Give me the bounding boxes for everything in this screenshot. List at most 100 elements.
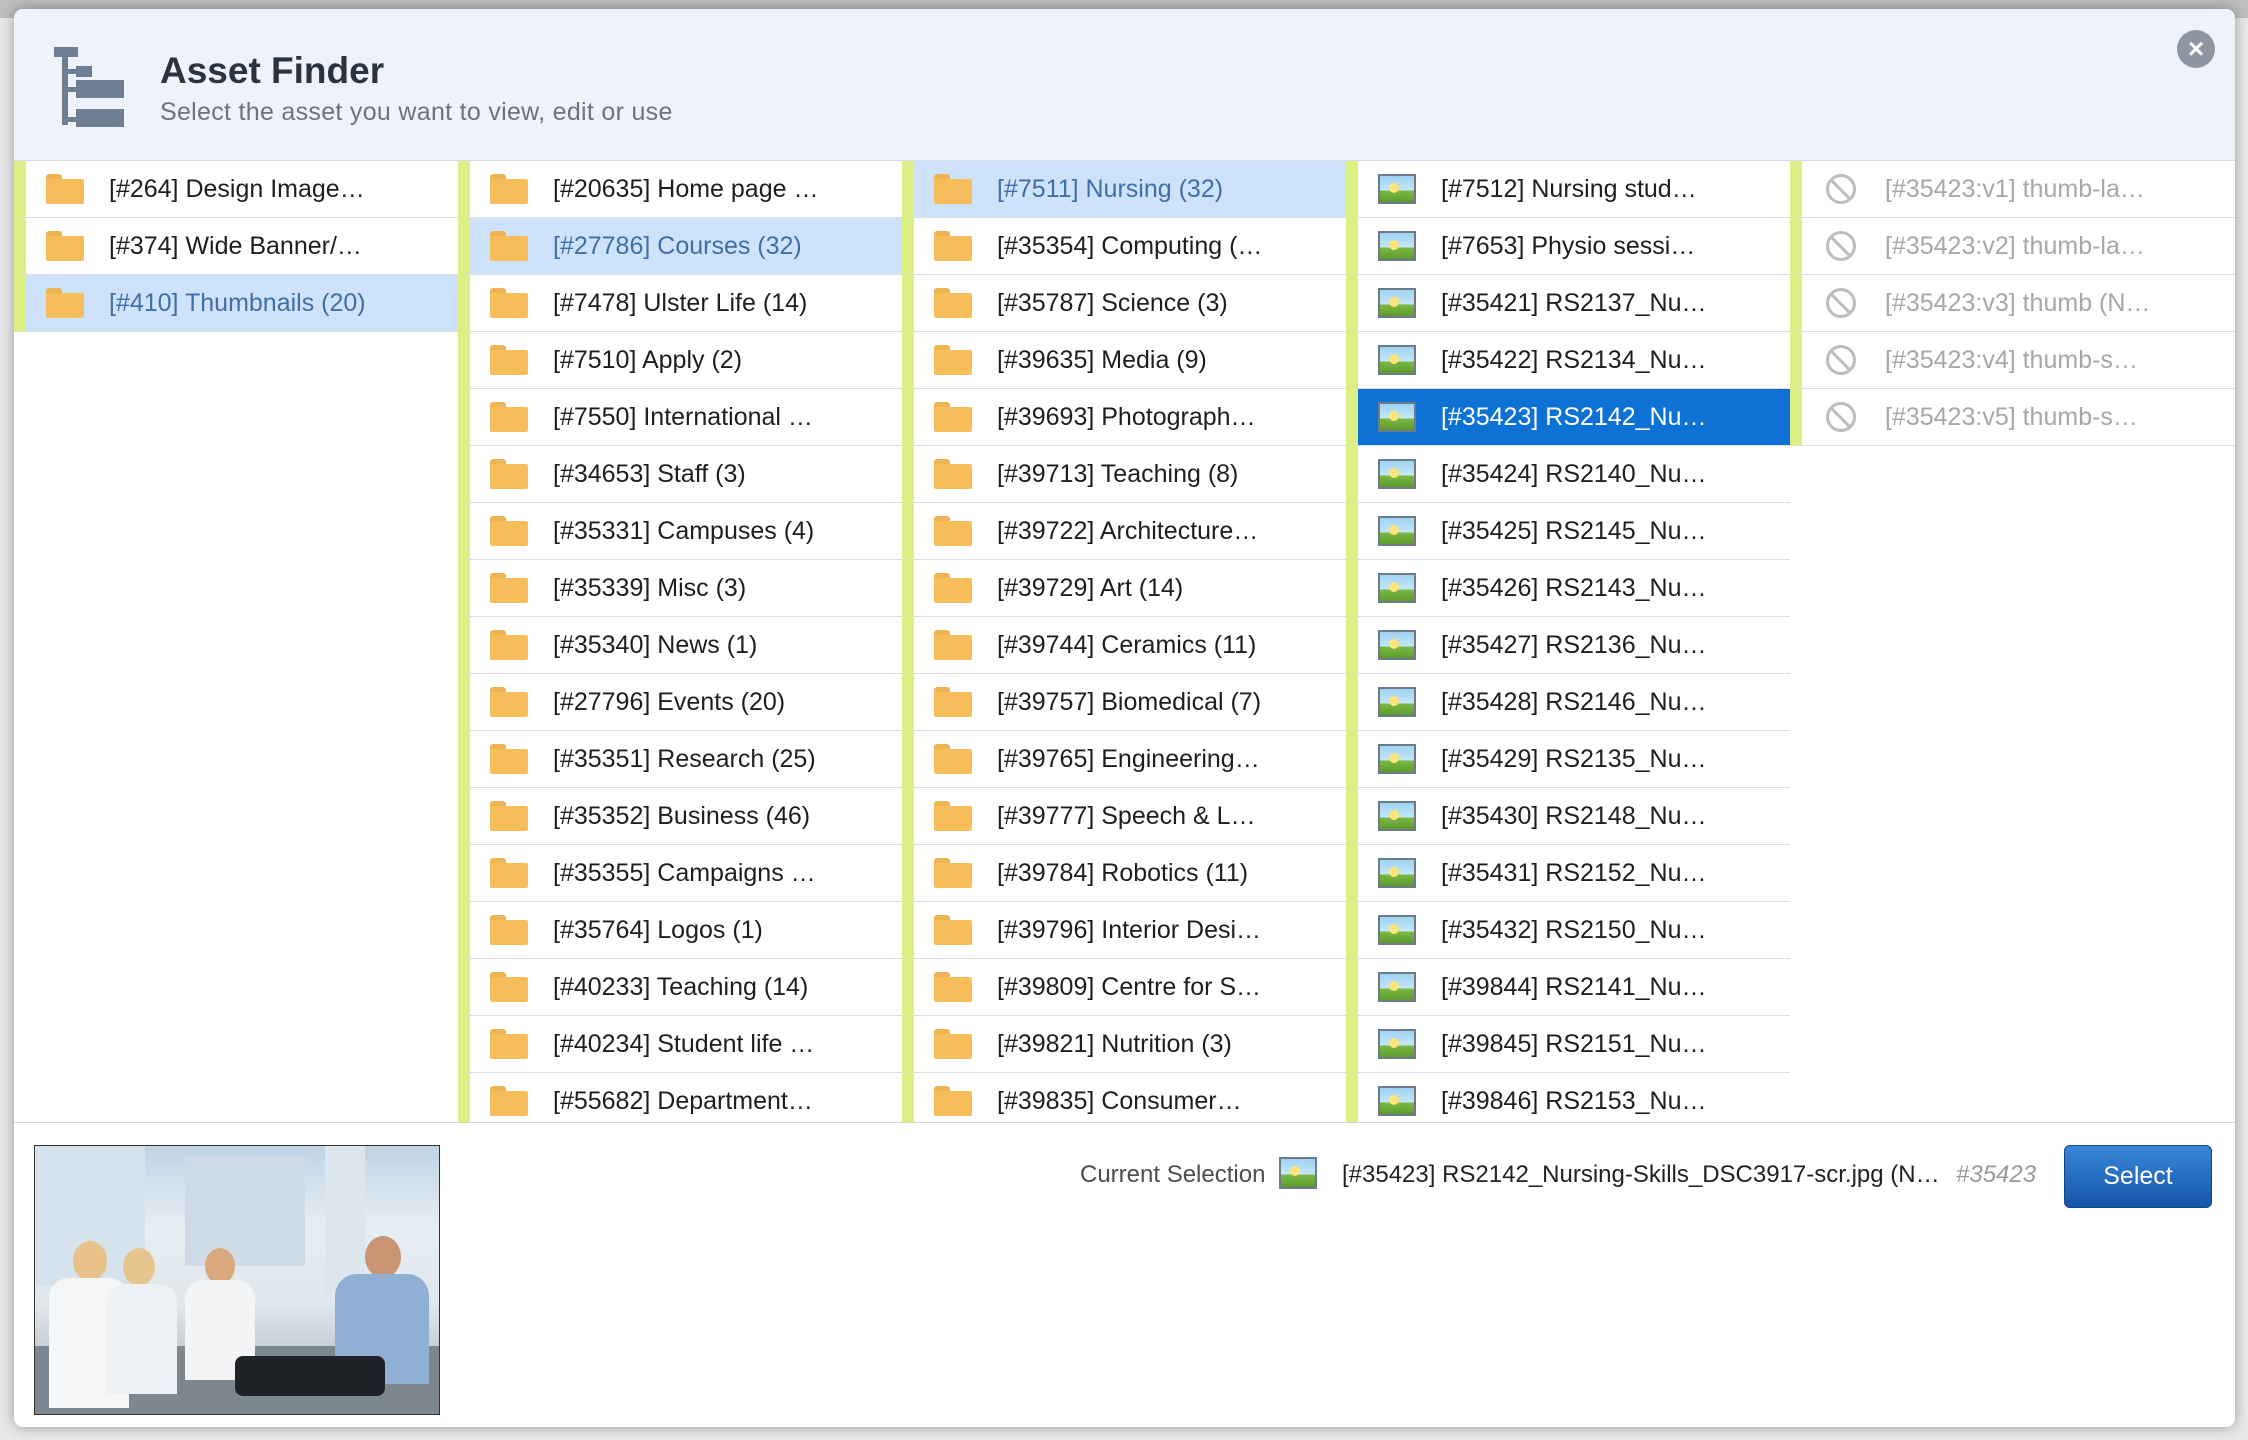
row-label: [#264] Design Image… [109, 174, 365, 203]
folder-icon [46, 231, 84, 261]
row-label: [#35431] RS2152_Nu… [1441, 858, 1707, 887]
folder-icon [490, 744, 528, 774]
folder-icon [934, 801, 972, 831]
asset-version-row[interactable]: [#35423:v4] thumb-s… [1790, 332, 2235, 389]
no-access-icon [1826, 231, 1856, 261]
no-access-icon [1826, 288, 1856, 318]
row-label: [#39796] Interior Desi… [997, 915, 1262, 944]
folder-icon [46, 174, 84, 204]
folder-row[interactable]: [#35340] News (1) [458, 617, 902, 674]
image-icon [1378, 573, 1416, 603]
folder-row[interactable]: [#20635] Home page … [458, 161, 902, 218]
folder-row[interactable]: [#35355] Campaigns … [458, 845, 902, 902]
row-label: [#7478] Ulster Life (14) [553, 288, 808, 317]
close-icon[interactable]: × [2177, 30, 2215, 68]
no-access-icon [1826, 402, 1856, 432]
folder-row[interactable]: [#39765] Engineering… [902, 731, 1346, 788]
row-label: [#39844] RS2141_Nu… [1441, 972, 1707, 1001]
row-label: [#35764] Logos (1) [553, 915, 763, 944]
folder-row[interactable]: [#35339] Misc (3) [458, 560, 902, 617]
folder-row[interactable]: [#27786] Courses (32) [458, 218, 902, 275]
folder-row[interactable]: [#39796] Interior Desi… [902, 902, 1346, 959]
folder-row[interactable]: [#39744] Ceramics (11) [902, 617, 1346, 674]
image-asset-row[interactable]: [#39846] RS2153_Nu… [1346, 1073, 1790, 1122]
image-asset-row[interactable]: [#35431] RS2152_Nu… [1346, 845, 1790, 902]
image-asset-row[interactable]: [#7512] Nursing stud… [1346, 161, 1790, 218]
folder-row[interactable]: [#7550] International … [458, 389, 902, 446]
folder-row[interactable]: [#39722] Architecture… [902, 503, 1346, 560]
asset-version-row[interactable]: [#35423:v2] thumb-la… [1790, 218, 2235, 275]
folder-icon [934, 687, 972, 717]
folder-row[interactable]: [#40233] Teaching (14) [458, 959, 902, 1016]
folder-row[interactable]: [#40234] Student life … [458, 1016, 902, 1073]
row-label: [#34653] Staff (3) [553, 459, 746, 488]
folder-row[interactable]: [#35787] Science (3) [902, 275, 1346, 332]
row-label: [#35427] RS2136_Nu… [1441, 630, 1707, 659]
folder-row[interactable]: [#35331] Campuses (4) [458, 503, 902, 560]
image-asset-row[interactable]: [#35426] RS2143_Nu… [1346, 560, 1790, 617]
asset-version-row[interactable]: [#35423:v3] thumb (N… [1790, 275, 2235, 332]
row-label: [#35355] Campaigns … [553, 858, 816, 887]
row-label: [#39835] Consumer… [997, 1086, 1242, 1115]
row-label: [#35423:v5] thumb-s… [1885, 402, 2138, 431]
folder-row[interactable]: [#35764] Logos (1) [458, 902, 902, 959]
folder-row[interactable]: [#55682] Department… [458, 1073, 902, 1122]
folder-row[interactable]: [#264] Design Image… [14, 161, 458, 218]
image-asset-row[interactable]: [#35430] RS2148_Nu… [1346, 788, 1790, 845]
folder-row[interactable]: [#39757] Biomedical (7) [902, 674, 1346, 731]
folder-row[interactable]: [#39809] Centre for S… [902, 959, 1346, 1016]
folder-row[interactable]: [#7511] Nursing (32) [902, 161, 1346, 218]
finder-column-1[interactable]: [#264] Design Image… [#374] Wide Banner/…… [14, 161, 459, 1122]
image-asset-row[interactable]: [#35427] RS2136_Nu… [1346, 617, 1790, 674]
folder-row[interactable]: [#374] Wide Banner/… [14, 218, 458, 275]
folder-icon [934, 402, 972, 432]
folder-row[interactable]: [#7510] Apply (2) [458, 332, 902, 389]
image-asset-row[interactable]: [#35429] RS2135_Nu… [1346, 731, 1790, 788]
folder-icon [490, 915, 528, 945]
asset-version-row[interactable]: [#35423:v5] thumb-s… [1790, 389, 2235, 446]
folder-row[interactable]: [#7478] Ulster Life (14) [458, 275, 902, 332]
image-asset-row[interactable]: [#7653] Physio sessi… [1346, 218, 1790, 275]
image-icon [1378, 174, 1416, 204]
folder-row[interactable]: [#35352] Business (46) [458, 788, 902, 845]
folder-row[interactable]: [#39729] Art (14) [902, 560, 1346, 617]
folder-row[interactable]: [#27796] Events (20) [458, 674, 902, 731]
image-icon [1378, 972, 1416, 1002]
image-asset-row[interactable]: [#35428] RS2146_Nu… [1346, 674, 1790, 731]
folder-row[interactable]: [#35351] Research (25) [458, 731, 902, 788]
folder-icon [934, 972, 972, 1002]
folder-row[interactable]: [#39821] Nutrition (3) [902, 1016, 1346, 1073]
finder-column-4[interactable]: [#7512] Nursing stud… [#7653] Physio sess… [1346, 161, 1791, 1122]
image-asset-row[interactable]: [#35425] RS2145_Nu… [1346, 503, 1790, 560]
image-asset-row[interactable]: [#39845] RS2151_Nu… [1346, 1016, 1790, 1073]
image-icon [1378, 630, 1416, 660]
row-label: [#7511] Nursing (32) [997, 174, 1224, 203]
finder-column-5[interactable]: [#35423:v1] thumb-la… [#35423:v2] thumb-l… [1790, 161, 2235, 1122]
folder-row[interactable]: [#410] Thumbnails (20) [14, 275, 458, 332]
folder-row[interactable]: [#34653] Staff (3) [458, 446, 902, 503]
image-asset-row[interactable]: [#35424] RS2140_Nu… [1346, 446, 1790, 503]
folder-icon [490, 630, 528, 660]
row-label: [#7512] Nursing stud… [1441, 174, 1697, 203]
folder-icon [490, 288, 528, 318]
asset-version-row[interactable]: [#35423:v1] thumb-la… [1790, 161, 2235, 218]
select-button[interactable]: Select [2064, 1145, 2212, 1208]
folder-row[interactable]: [#39693] Photograph… [902, 389, 1346, 446]
image-asset-row[interactable]: [#35421] RS2137_Nu… [1346, 275, 1790, 332]
folder-row[interactable]: [#39635] Media (9) [902, 332, 1346, 389]
image-asset-row[interactable]: [#35423] RS2142_Nu… [1346, 389, 1790, 446]
image-asset-row[interactable]: [#39844] RS2141_Nu… [1346, 959, 1790, 1016]
current-selection-name: [#35423] RS2142_Nursing-Skills_DSC3917-s… [1342, 1161, 1940, 1188]
folder-row[interactable]: [#39713] Teaching (8) [902, 446, 1346, 503]
finder-column-2[interactable]: [#20635] Home page … [#27786] Courses (32… [458, 161, 903, 1122]
finder-column-3[interactable]: [#7511] Nursing (32) [#35354] Computing (… [902, 161, 1347, 1122]
row-label: [#35351] Research (25) [553, 744, 816, 773]
image-asset-row[interactable]: [#35422] RS2134_Nu… [1346, 332, 1790, 389]
folder-row[interactable]: [#39784] Robotics (11) [902, 845, 1346, 902]
folder-row[interactable]: [#39777] Speech & L… [902, 788, 1346, 845]
folder-row[interactable]: [#39835] Consumer… [902, 1073, 1346, 1122]
folder-icon [490, 972, 528, 1002]
folder-row[interactable]: [#35354] Computing (… [902, 218, 1346, 275]
row-label: [#40233] Teaching (14) [553, 972, 809, 1001]
image-asset-row[interactable]: [#35432] RS2150_Nu… [1346, 902, 1790, 959]
